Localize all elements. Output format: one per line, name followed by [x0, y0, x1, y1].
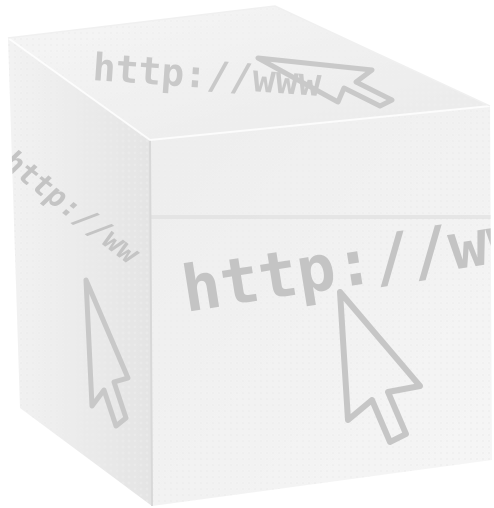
cube-front-face: http://ww	[150, 106, 492, 506]
cube-scene: http://www http://ww http://ww	[7, 5, 492, 507]
